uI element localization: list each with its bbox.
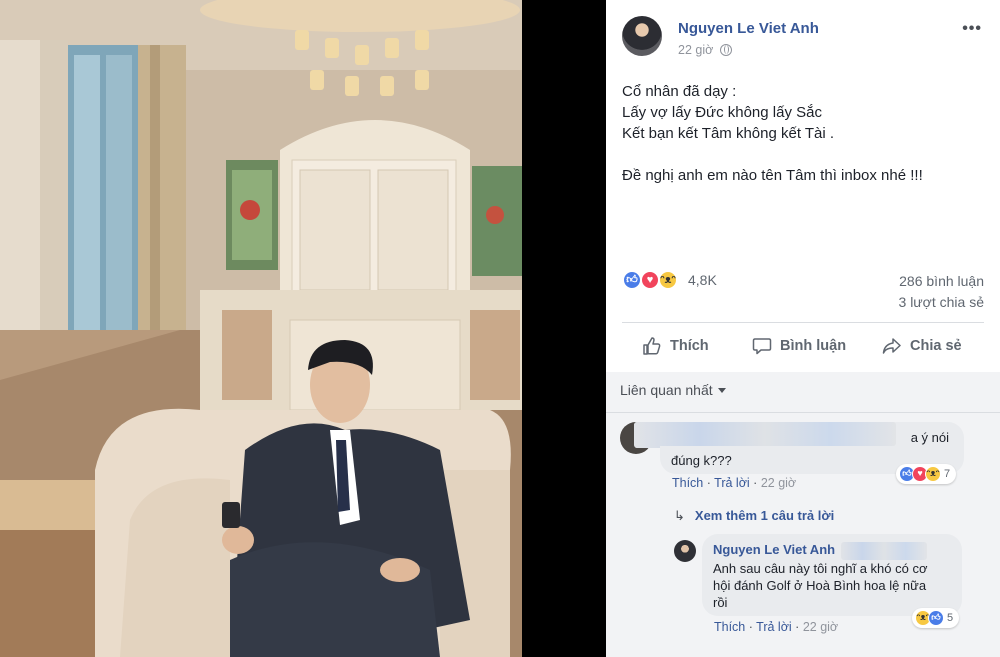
thumbs-up-icon <box>643 337 661 355</box>
ellipsis-icon: ••• <box>962 20 982 37</box>
author-name[interactable]: Nguyen Le Viet Anh <box>678 20 819 37</box>
reply-reactions[interactable]: ᵔᴥᵔ 👍︎ 5 <box>912 608 960 628</box>
post-time[interactable]: 22 giờ <box>678 43 732 57</box>
like-button[interactable]: Thích <box>642 326 709 366</box>
post-text-line: Kết bạn kết Tâm không kết Tài . <box>622 125 835 142</box>
post-photo[interactable] <box>0 0 522 657</box>
reply-like-link[interactable]: Thích <box>714 620 745 634</box>
view-more-replies-label: Xem thêm 1 câu trả lời <box>694 508 835 523</box>
reply-text-line: hội đánh Golf ở Hoà Bình hoa lệ nữa <box>713 577 927 593</box>
post-actions: Thích Bình luận Chia sẻ <box>622 326 984 368</box>
reply-header: Nguyen Le Viet Anh <box>713 541 951 560</box>
post-text-line: Cổ nhân đã dạy : <box>622 83 737 100</box>
love-reaction-icon: ♥ <box>640 270 660 290</box>
post-text-line: Lấy vợ lấy Đức không lấy Sắc <box>622 104 822 121</box>
divider <box>622 322 984 323</box>
like-reaction-icon: 👍︎ <box>622 270 642 290</box>
post-header: Nguyen Le Viet Anh 22 giờ ••• <box>622 14 988 60</box>
reply-text-line: Anh sau câu này tôi nghĩ a khó có cơ <box>713 560 928 576</box>
post-photo-illustration <box>0 0 522 657</box>
comment-button-label: Bình luận <box>780 338 847 354</box>
reply-reply-link[interactable]: Trả lời <box>756 620 792 634</box>
reactions-summary: 👍︎ ♥ ᵔᴥᵔ 4,8K 286 bình luận 3 lượt chia … <box>622 266 984 316</box>
caret-down-icon <box>717 388 726 393</box>
comment-icon <box>752 338 772 355</box>
lightbox-gap <box>522 0 606 657</box>
view-more-replies-link[interactable]: ↳ Xem thêm 1 câu trả lời <box>674 508 834 524</box>
post-sidebar: Nguyen Le Viet Anh 22 giờ ••• Cổ nhân đã… <box>606 0 1000 657</box>
share-button-label: Chia sẻ <box>910 338 962 354</box>
reply-author-name[interactable]: Nguyen Le Viet Anh <box>713 542 835 557</box>
comment-like-link[interactable]: Thích <box>672 476 703 490</box>
like-reaction-icon: 👍︎ <box>928 610 944 626</box>
post-text-spacer <box>622 144 984 165</box>
author-avatar[interactable] <box>622 16 662 56</box>
reply-text-line: rồi <box>713 594 728 610</box>
meta-separator: · <box>753 476 761 490</box>
reply-time[interactable]: 22 giờ <box>803 620 838 634</box>
comment-meta: Thích · Trả lời · 22 giờ <box>672 476 796 490</box>
divider <box>606 412 1000 413</box>
comment-reaction-count: 7 <box>944 468 951 480</box>
reaction-count[interactable]: 4,8K <box>688 272 717 288</box>
reply-author-avatar[interactable] <box>674 540 696 562</box>
comment-reactions[interactable]: 👍︎ ♥ ᵔᴥᵔ 7 <box>896 464 957 484</box>
comment-count-link[interactable]: 286 bình luận <box>899 273 984 289</box>
share-arrow-icon <box>882 338 901 354</box>
haha-reaction-icon: ᵔᴥᵔ <box>658 270 678 290</box>
reply-reaction-count: 5 <box>947 612 954 624</box>
comments-section: Liên quan nhất a ý nói đúng k??? 👍︎ ♥ ᵔᴥ… <box>606 372 1000 657</box>
blurred-comment-text <box>634 422 896 446</box>
share-button[interactable]: Chia sẻ <box>882 326 962 366</box>
reply-arrow-icon: ↳ <box>674 508 685 523</box>
more-options-button[interactable]: ••• <box>962 20 982 38</box>
share-count-link[interactable]: 3 lượt chia sẻ <box>899 294 984 310</box>
like-button-label: Thích <box>670 338 709 354</box>
meta-separator: · <box>795 620 803 634</box>
sort-label: Liên quan nhất <box>620 382 713 398</box>
haha-reaction-icon: ᵔᴥᵔ <box>925 466 941 482</box>
reply-bubble: Nguyen Le Viet Anh Anh sau câu này tôi n… <box>702 534 962 616</box>
post-text: Cổ nhân đã dạy : Lấy vợ lấy Đức không lấ… <box>622 81 984 186</box>
globe-icon <box>719 44 732 56</box>
post-text-line: Đề nghị anh em nào tên Tâm thì inbox nhé… <box>622 167 923 184</box>
comment-button[interactable]: Bình luận <box>752 326 846 366</box>
comment-time[interactable]: 22 giờ <box>761 476 796 490</box>
blurred-mention <box>840 541 927 560</box>
reply-meta: Thích · Trả lời · 22 giờ <box>714 620 838 634</box>
comment-reply-link[interactable]: Trả lời <box>714 476 750 490</box>
comment-sort-dropdown[interactable]: Liên quan nhất <box>620 382 726 398</box>
post-time-text[interactable]: 22 giờ <box>678 43 713 57</box>
